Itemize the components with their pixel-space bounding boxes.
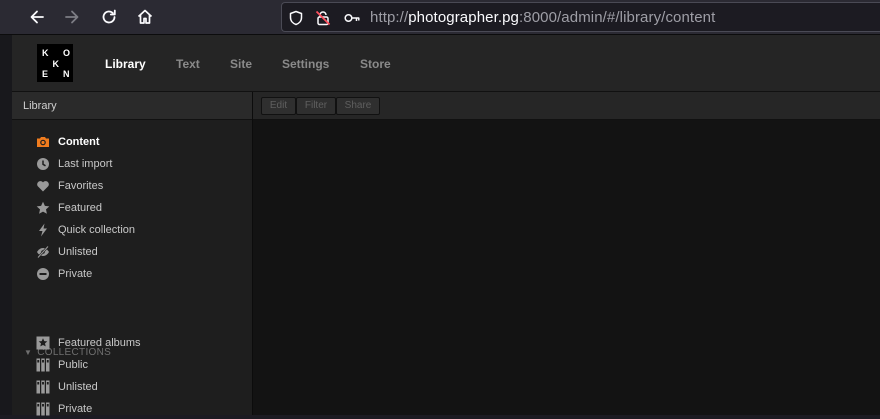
nav-site[interactable]: Site <box>230 57 252 71</box>
camera-icon <box>36 135 50 149</box>
collection-item-unlisted[interactable]: Unlisted <box>36 379 236 397</box>
collection-item-label: Public <box>58 359 88 371</box>
home-icon <box>137 9 153 24</box>
forward-button[interactable] <box>62 7 82 27</box>
url-host: photographer.pg <box>408 9 519 26</box>
collection-item-featured-albums[interactable]: Featured albums <box>36 335 236 353</box>
album-icon <box>36 402 50 416</box>
content-toolbar: Edit Filter Share <box>253 92 880 120</box>
featured-album-icon <box>36 336 50 350</box>
nav-text[interactable]: Text <box>176 57 200 71</box>
window-edge <box>0 35 12 415</box>
sidebar-item-label: Last import <box>58 158 113 170</box>
sidebar-item-quick-collection[interactable]: Quick collection <box>36 222 236 240</box>
album-icon <box>36 358 50 372</box>
clock-icon <box>36 157 50 171</box>
sidebar-item-label: Private <box>58 268 93 280</box>
nav-settings[interactable]: Settings <box>282 57 329 71</box>
collection-item-public[interactable]: Public <box>36 357 236 375</box>
sidebar-item-label: Unlisted <box>58 246 98 258</box>
key-icon[interactable] <box>343 9 361 27</box>
browser-toolbar: http://photographer.pg:8000/admin/#/libr… <box>0 0 880 35</box>
arrow-right-icon <box>65 10 79 24</box>
sidebar-item-favorites[interactable]: Favorites <box>36 178 236 196</box>
url-path: :8000/admin/#/library/content <box>519 9 716 26</box>
logo-letter: E <box>42 69 49 79</box>
heart-icon <box>36 179 50 193</box>
arrow-left-icon <box>30 10 44 24</box>
url-bar[interactable]: http://photographer.pg:8000/admin/#/libr… <box>281 2 880 32</box>
sidebar-title: Library <box>23 100 57 112</box>
filter-button[interactable]: Filter <box>296 97 336 115</box>
minus-circle-icon <box>36 267 50 281</box>
sidebar-item-private[interactable]: Private <box>36 266 236 284</box>
logo-letter: O <box>63 48 71 58</box>
url-prefix: http:// <box>370 9 409 26</box>
reload-button[interactable] <box>99 7 119 27</box>
logo-letter: N <box>63 69 70 79</box>
content-area <box>253 120 880 415</box>
koken-logo[interactable]: K O K E N <box>37 44 73 82</box>
star-icon <box>36 201 50 215</box>
back-button[interactable] <box>27 7 47 27</box>
insecure-lock-icon[interactable] <box>314 9 332 27</box>
reload-icon <box>102 9 116 24</box>
sidebar-item-featured[interactable]: Featured <box>36 200 236 218</box>
sidebar-header: Library <box>12 92 252 120</box>
sidebar-item-content[interactable]: Content <box>36 134 236 152</box>
sidebar-item-label: Quick collection <box>58 224 136 236</box>
logo-letter: K <box>42 48 49 58</box>
sidebar-item-label: Favorites <box>58 180 104 192</box>
collection-item-label: Private <box>58 403 93 415</box>
eye-slash-icon <box>36 245 50 259</box>
url-text[interactable]: http://photographer.pg:8000/admin/#/libr… <box>370 9 715 26</box>
nav-store[interactable]: Store <box>360 57 391 71</box>
library-sidebar: Library Content Last import Favorites Fe… <box>12 92 253 416</box>
collection-item-label: Unlisted <box>58 381 98 393</box>
home-button[interactable] <box>135 7 155 27</box>
lightning-icon <box>36 223 50 237</box>
nav-library[interactable]: Library <box>105 57 146 71</box>
sidebar-item-unlisted[interactable]: Unlisted <box>36 244 236 262</box>
album-icon <box>36 380 50 394</box>
triangle-down-icon: ▼ <box>24 348 33 357</box>
top-nav: K O K E N Library Text Site Settings Sto… <box>12 35 880 92</box>
shield-icon[interactable] <box>287 9 305 27</box>
sidebar-item-label: Featured <box>58 202 103 214</box>
edit-button[interactable]: Edit <box>261 97 296 115</box>
koken-app: K O K E N Library Text Site Settings Sto… <box>12 35 880 416</box>
collection-item-label: Featured albums <box>58 337 141 349</box>
sidebar-item-label: Content <box>58 136 100 148</box>
logo-letter: K <box>52 58 60 69</box>
sidebar-item-last-import[interactable]: Last import <box>36 156 236 174</box>
share-button[interactable]: Share <box>336 97 380 115</box>
collection-item-private[interactable]: Private <box>36 401 236 419</box>
